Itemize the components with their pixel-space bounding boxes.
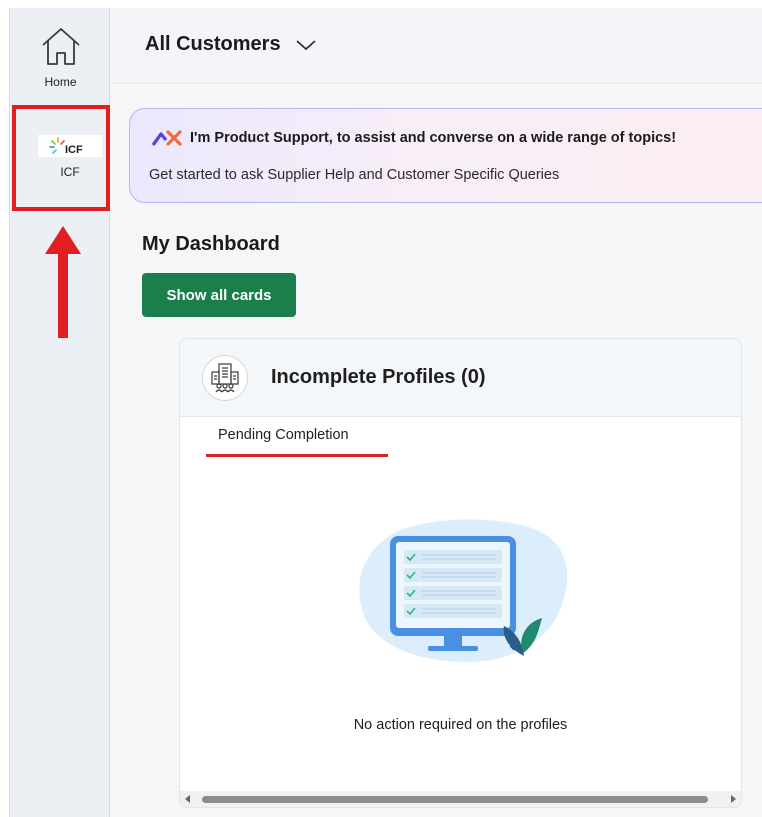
scroll-right-icon[interactable]	[731, 795, 736, 803]
annotation-arrow-icon	[45, 226, 81, 338]
home-icon	[39, 20, 83, 73]
empty-state-message: No action required on the profiles	[353, 717, 568, 733]
sidebar-item-label: Home	[44, 75, 77, 89]
dashboard-title: My Dashboard	[142, 233, 280, 255]
scrollbar-thumb[interactable]	[202, 796, 708, 803]
sidebar-item-home[interactable]: Home	[10, 20, 111, 106]
tab-label: Pending Completion	[218, 427, 349, 443]
app-frame: Home ICF ICF All Customers I'm Product S…	[0, 8, 762, 817]
page-header: All Customers	[110, 8, 762, 84]
incomplete-profiles-card: Incomplete Profiles (0) Pending Completi…	[179, 338, 742, 808]
sidebar-item-label: ICF	[60, 165, 80, 179]
sidebar: Home ICF ICF	[9, 8, 110, 817]
sidebar-item-icf[interactable]: ICF ICF	[22, 106, 118, 210]
svg-text:ICF: ICF	[65, 144, 83, 156]
empty-state-illustration-icon	[359, 519, 568, 663]
card-header: Incomplete Profiles (0)	[180, 339, 741, 417]
customer-selector[interactable]: All Customers	[145, 33, 317, 56]
scroll-left-icon[interactable]	[185, 795, 190, 803]
building-people-icon	[202, 355, 248, 401]
card-title: Incomplete Profiles (0)	[271, 366, 486, 388]
banner-subtitle: Get started to ask Supplier Help and Cus…	[149, 167, 560, 183]
tab-active-underline	[206, 454, 388, 457]
horizontal-scrollbar[interactable]	[180, 791, 741, 807]
show-all-cards-button[interactable]: Show all cards	[142, 273, 296, 317]
product-support-banner[interactable]: I'm Product Support, to assist and conve…	[129, 108, 762, 203]
page-title: All Customers	[145, 33, 281, 55]
banner-title: I'm Product Support, to assist and conve…	[190, 130, 677, 146]
tab-pending-completion[interactable]: Pending Completion	[206, 421, 388, 457]
icf-logo: ICF	[38, 135, 102, 157]
chevron-down-icon	[295, 39, 316, 50]
product-support-logo-icon	[152, 130, 182, 146]
